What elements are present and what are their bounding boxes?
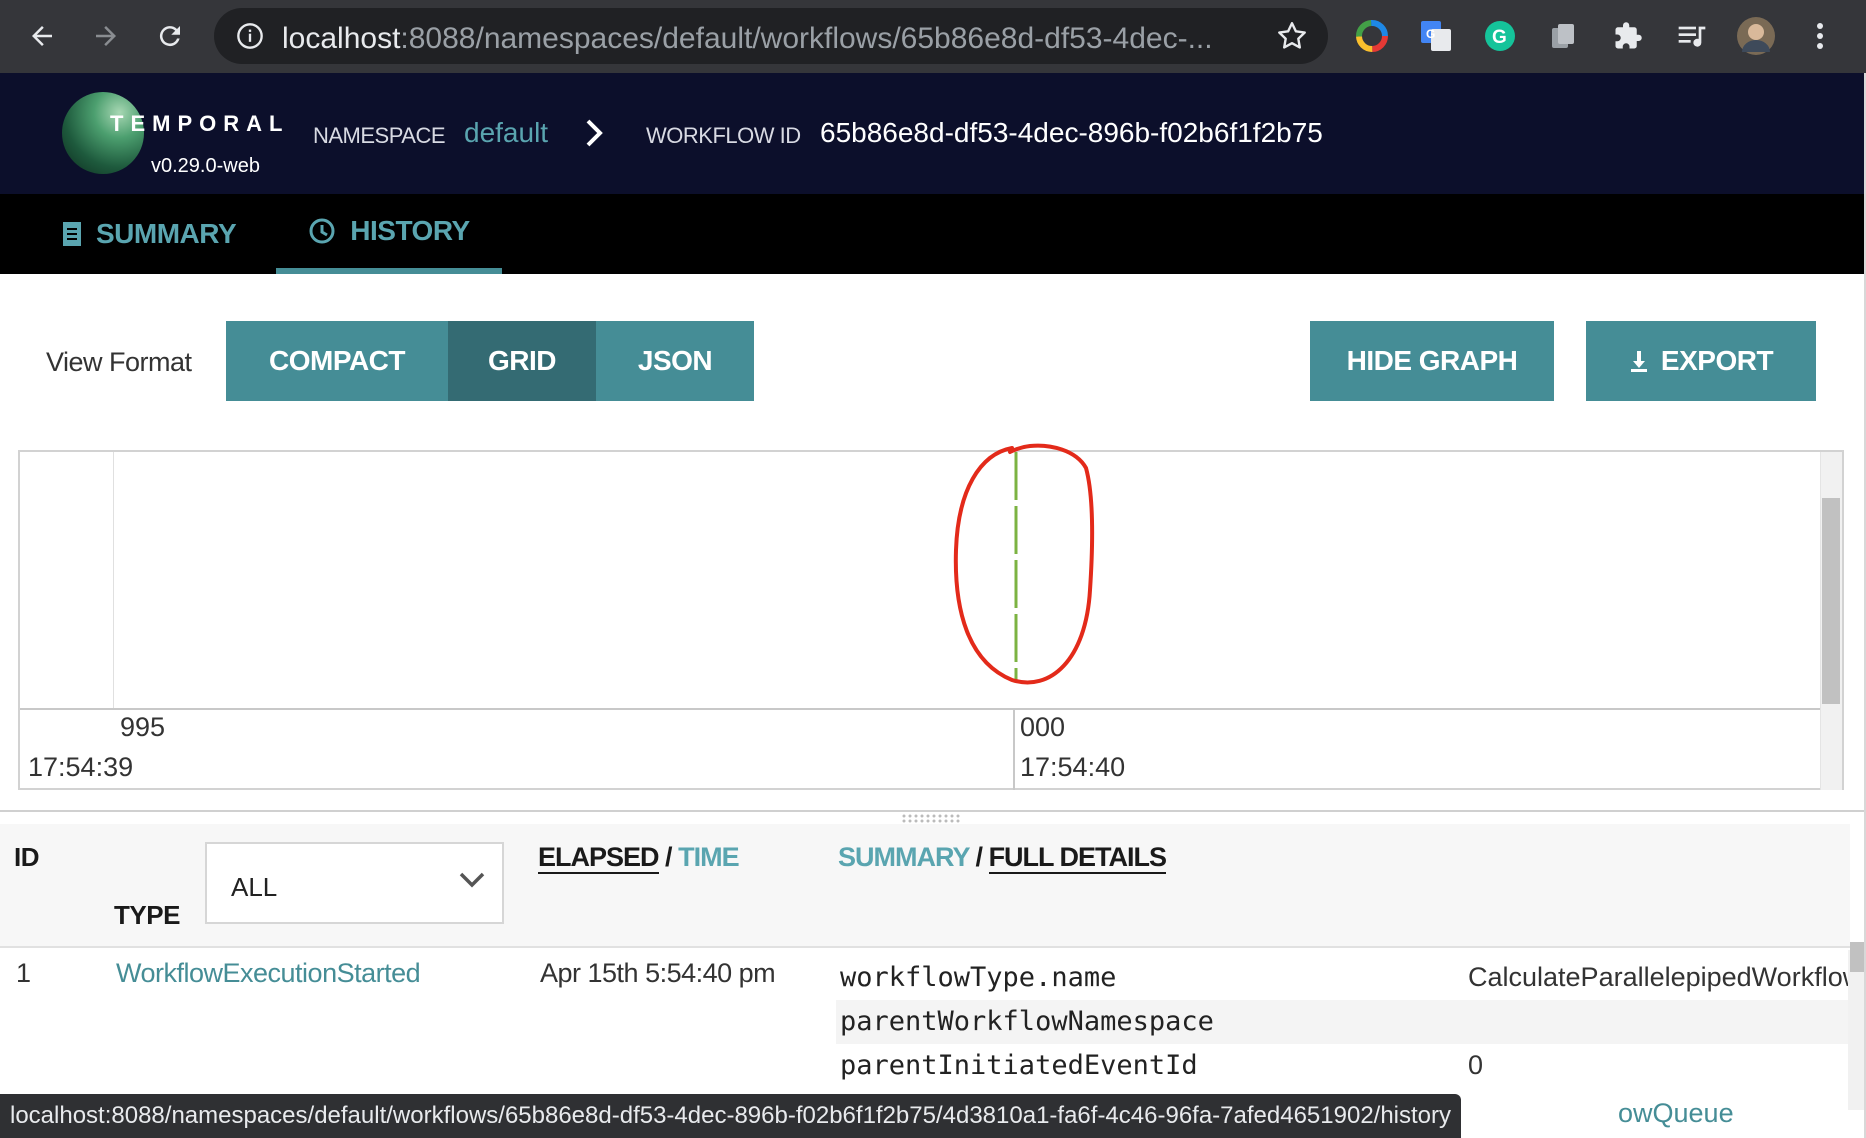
panel-divider[interactable] xyxy=(0,810,1866,812)
star-icon[interactable] xyxy=(1274,18,1310,54)
download-icon xyxy=(1629,349,1649,373)
puzzle-icon[interactable] xyxy=(1608,16,1648,56)
chevron-right-icon xyxy=(580,113,610,153)
detail-value: CalculateParallelepipedWorkflow xyxy=(1468,962,1863,992)
tick-ms-left: 995 xyxy=(120,712,166,742)
profile-avatar[interactable] xyxy=(1736,16,1776,56)
url-host: localhost xyxy=(282,22,401,55)
event-time: Apr 15th 5:54:40 pm xyxy=(540,958,776,988)
forward-icon[interactable] xyxy=(86,16,126,56)
toggle-separator: / xyxy=(665,842,672,872)
workflow-id-label: WORKFLOW ID xyxy=(646,123,801,148)
summary-option[interactable]: SUMMARY xyxy=(838,842,970,872)
event-id: 1 xyxy=(16,958,31,988)
kebab-menu-icon[interactable] xyxy=(1800,16,1840,56)
export-label: EXPORT xyxy=(1660,345,1774,376)
elapsed-option[interactable]: ELAPSED xyxy=(538,842,660,874)
event-type-filter[interactable]: ALL xyxy=(205,842,504,924)
tick-time-left: 17:54:39 xyxy=(28,752,134,782)
export-button[interactable]: EXPORT xyxy=(1586,321,1816,401)
tab-summary[interactable]: SUMMARY xyxy=(58,194,240,274)
detail-key: parentInitiatedEventId xyxy=(840,1050,1198,1081)
back-icon[interactable] xyxy=(22,16,62,56)
column-id: ID xyxy=(14,842,40,872)
graph-gridline xyxy=(113,452,114,708)
svg-text:G: G xyxy=(1492,27,1507,48)
history-icon xyxy=(308,217,336,245)
url-path: :8088/namespaces/default/workflows/65b86… xyxy=(400,22,1213,55)
tab-summary-label: SUMMARY xyxy=(96,218,237,249)
address-bar[interactable]: localhost:8088/namespaces/default/workfl… xyxy=(214,8,1328,64)
namespace-label: NAMESPACE xyxy=(313,123,446,148)
tab-bar: SUMMARY HISTORY xyxy=(0,194,1866,274)
detail-row: workflowType.name CalculateParallelepipe… xyxy=(836,956,1862,1000)
grid-button[interactable]: GRID xyxy=(448,321,596,401)
view-format-label: View Format xyxy=(46,347,192,377)
browser-toolbar: localhost:8088/namespaces/default/workfl… xyxy=(0,0,1866,73)
media-queue-icon[interactable] xyxy=(1672,16,1712,56)
timeline-graph[interactable]: 995 17:54:39 000 17:54:40 xyxy=(18,450,1844,790)
graph-scrollbar-thumb[interactable] xyxy=(1822,498,1840,704)
detail-key: workflowType.name xyxy=(840,962,1117,993)
event-type-filter-value: ALL xyxy=(231,872,278,902)
copy-icon[interactable] xyxy=(1544,16,1584,56)
full-details-option[interactable]: FULL DETAILS xyxy=(988,842,1167,874)
app-header: TEMPORAL v0.29.0-web NAMESPACE default W… xyxy=(0,73,1866,194)
details-toggle[interactable]: SUMMARY / FULL DETAILS xyxy=(838,842,1167,874)
graph-axis-divider xyxy=(1013,708,1015,790)
url-text: localhost:8088/namespaces/default/workfl… xyxy=(282,22,1213,56)
info-icon[interactable] xyxy=(236,22,264,50)
column-type: TYPE xyxy=(114,900,180,930)
table-scrollbar-thumb[interactable] xyxy=(1850,942,1864,972)
logo-text: TEMPORAL xyxy=(110,111,290,136)
hide-graph-button[interactable]: HIDE GRAPH xyxy=(1310,321,1554,401)
event-type-link[interactable]: WorkflowExecutionStarted xyxy=(116,958,421,989)
json-button[interactable]: JSON xyxy=(596,321,754,401)
resize-grip-icon[interactable] xyxy=(900,813,964,823)
annotation-circle xyxy=(953,443,1095,685)
compact-button[interactable]: COMPACT xyxy=(226,321,448,401)
svg-text:G: G xyxy=(1426,27,1435,41)
time-option[interactable]: TIME xyxy=(678,842,739,872)
namespace-link[interactable]: default xyxy=(464,117,548,149)
reload-icon[interactable] xyxy=(150,16,190,56)
tab-history-label: HISTORY xyxy=(350,215,470,246)
graph-axis xyxy=(20,708,1828,710)
event-table-header: ID TYPE ALL ELAPSED / TIME SUMMARY / FUL… xyxy=(0,824,1850,948)
version-label: v0.29.0-web xyxy=(151,155,260,177)
toggle-separator: / xyxy=(975,842,983,872)
color-wheel-icon[interactable] xyxy=(1352,16,1392,56)
detail-value: 0 xyxy=(1468,1050,1484,1080)
grammarly-icon[interactable]: G xyxy=(1480,16,1520,56)
link-status-bar: localhost:8088/namespaces/default/workfl… xyxy=(0,1094,1462,1138)
tick-ms-right: 000 xyxy=(1020,712,1066,742)
detail-row: parentInitiatedEventId 0 xyxy=(836,1044,1850,1088)
detail-row: parentWorkflowNamespace xyxy=(836,1000,1850,1044)
chevron-down-icon xyxy=(458,870,486,895)
tab-history[interactable]: HISTORY xyxy=(276,194,502,274)
elapsed-time-toggle[interactable]: ELAPSED / TIME xyxy=(538,842,740,874)
partial-link[interactable]: owQueue xyxy=(1618,1098,1734,1129)
workflow-id: 65b86e8d-df53-4dec-896b-f02b6f1f2b75 xyxy=(820,117,1323,148)
detail-key: parentWorkflowNamespace xyxy=(840,1006,1214,1037)
graph-scrollbar[interactable] xyxy=(1820,452,1842,790)
document-icon xyxy=(62,221,82,247)
tick-time-right: 17:54:40 xyxy=(1020,752,1126,782)
translate-icon[interactable]: G xyxy=(1416,16,1456,56)
